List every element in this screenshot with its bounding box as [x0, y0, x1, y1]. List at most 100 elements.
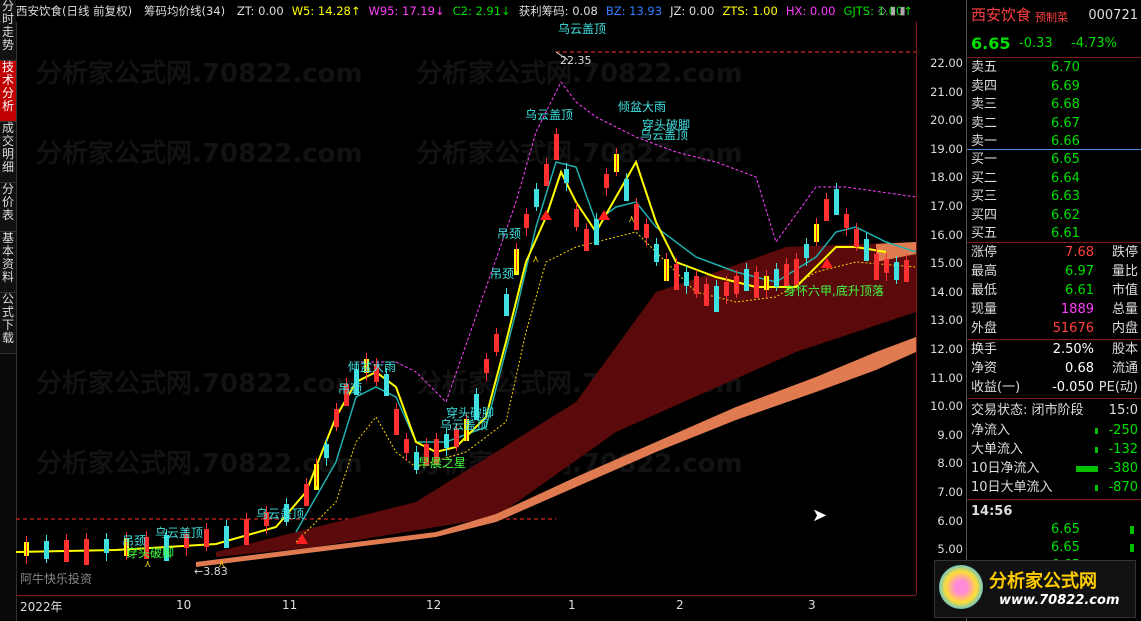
time-label: 1	[568, 598, 576, 612]
order-book-row: 买五 6.61	[971, 224, 1138, 243]
flow-value: -380	[1108, 461, 1138, 476]
order-book-row: 买二 6.64	[971, 169, 1138, 188]
tab-intraday[interactable]: 分时走势	[0, 0, 16, 61]
order-book-row: 卖二 6.67	[971, 114, 1138, 133]
order-price: 6.70	[1051, 60, 1080, 75]
annotation-label: 乌云盖顶	[256, 507, 305, 521]
stat-label: 外盘	[971, 321, 998, 336]
logo-text: 分析家公式网	[989, 571, 1097, 592]
tab-formula-download[interactable]: 公式下载	[0, 293, 16, 354]
annotation-label: 乌云盖顶	[640, 128, 689, 142]
tick-volume-bar	[1130, 544, 1134, 552]
flow-label: 大单流入	[971, 442, 1024, 457]
annotation-label: 乌云盖顶	[155, 526, 204, 540]
flow-value: -870	[1108, 480, 1138, 495]
indicator-name[interactable]: 筹码均价线(34)	[144, 4, 225, 18]
flow-value: -132	[1108, 442, 1138, 457]
svg-text:⋏: ⋏	[628, 214, 635, 225]
price-tick: 8.00	[937, 456, 963, 471]
price-tick: 6.00	[937, 513, 963, 528]
logo-url: www.70822.com	[999, 593, 1120, 608]
flow-bar	[1076, 465, 1098, 472]
order-book-row: 卖五 6.70	[971, 58, 1138, 77]
tab-price-table[interactable]: 分价表	[0, 183, 16, 232]
stat-label: 总量	[1111, 302, 1138, 317]
stat-row: 涨停 7.68 跌停	[971, 243, 1138, 262]
flow-bar	[1095, 484, 1098, 491]
order-level-label: 买三	[971, 189, 998, 204]
trade-status: 交易状态: 闭市阶段	[971, 403, 1084, 418]
indicator-value: BZ: 13.93	[605, 4, 663, 18]
price-change: -0.33	[1019, 36, 1053, 51]
annotation-label: 倾盆大雨	[348, 360, 397, 374]
site-logo: 分析家公式网 www.70822.com	[934, 560, 1136, 618]
flow-row: 大单流入 -132	[971, 440, 1138, 459]
indicator-value: ZT: 0.00	[236, 4, 284, 18]
tab-basic-info[interactable]: 基本资料	[0, 232, 16, 293]
header-controls[interactable]: ◇ ▮ ▮	[878, 4, 906, 17]
stat-label: 最高	[971, 264, 998, 279]
stat-row: 现量 1889 总量	[971, 300, 1138, 319]
order-price: 6.61	[1051, 226, 1080, 241]
annotation-label: 身怀六甲,底升顶落	[784, 284, 884, 298]
last-price: 6.65	[971, 34, 1011, 53]
time-axis: 2022年 10 11 12 1 2 3	[16, 595, 916, 616]
order-level-label: 卖二	[971, 115, 998, 131]
price-axis: 22.00 21.00 20.00 19.00 18.00 17.00 16.00 15.00…	[916, 22, 967, 595]
price-tick: 11.00	[930, 370, 963, 385]
price-tick: 15.00	[930, 256, 963, 271]
tab-trade-details[interactable]: 成交明细	[0, 122, 16, 183]
order-level-label: 买一	[971, 152, 998, 167]
stat-row: 外盘 51676 内盘	[971, 319, 1138, 338]
stat-label: 净资	[971, 361, 998, 376]
stat-row: 最低 6.61 市值	[971, 281, 1138, 300]
stat-row: 净资 0.68 流通	[971, 359, 1138, 378]
indicator-value: ZTS: 1.00	[722, 4, 778, 18]
annotation-label: 乌云盖顶	[525, 108, 574, 122]
stat-label: PE(动)	[1098, 380, 1138, 395]
tick-volume-bar	[1130, 526, 1134, 534]
stat-label: 市值	[1111, 283, 1138, 298]
stat-label: 换手	[971, 342, 998, 357]
annotation-label: 乌云盖顶	[558, 22, 607, 36]
price-tick: 21.00	[930, 84, 963, 99]
svg-text:分析家公式网.70822.com: 分析家公式网.70822.com	[416, 138, 743, 169]
low-price-label: ←3.83	[194, 565, 228, 578]
indicator-values: ZT: 0.00 W5: 14.28↑ W95: 17.19↓ C2: 2.91↓ 获利…	[237, 4, 916, 18]
stat-row: 最高 6.97 量比	[971, 262, 1138, 281]
time-label: 10	[176, 598, 192, 612]
price-tick: 9.00	[937, 427, 963, 442]
stat-label: 现量	[971, 302, 998, 317]
order-price: 6.63	[1051, 189, 1080, 204]
stat-value: 1889	[1060, 302, 1094, 317]
svg-text:⋏: ⋏	[532, 254, 539, 265]
stat-label: 流通	[1111, 361, 1138, 376]
tab-technical-analysis[interactable]: 技术分析	[0, 61, 16, 122]
indicator-value: HX: 0.00	[785, 4, 836, 18]
tick-row: 6.65	[971, 538, 1138, 557]
price-change-pct: -4.73%	[1071, 36, 1117, 51]
stat-value: 2.50%	[1052, 342, 1094, 357]
order-book-row: 买四 6.62	[971, 206, 1138, 225]
stat-value: 0.68	[1065, 361, 1094, 376]
indicator-value: 获利筹码: 0.08	[518, 4, 598, 18]
tick-row: 6.65	[971, 520, 1138, 539]
stat-label: 最低	[971, 283, 998, 298]
stat-row: 换手 2.50% 股本	[971, 340, 1138, 359]
annotation-label: 乌云盖顶	[440, 418, 489, 432]
stat-value: 6.61	[1065, 283, 1094, 298]
indicator-value: W95: 17.19↓	[368, 4, 445, 18]
flower-logo-icon	[939, 565, 983, 609]
annotation-label: 倾盆大雨	[618, 100, 667, 114]
order-price: 6.69	[1051, 78, 1080, 94]
indicator-value: JZ: 0.00	[670, 4, 715, 18]
time-label: 3	[808, 598, 816, 612]
price-tick: 19.00	[930, 141, 963, 156]
order-level-label: 买二	[971, 170, 998, 186]
flow-label: 10日大单流入	[971, 480, 1053, 495]
candlestick-chart[interactable]: 分析家公式网.70822.com 分析家公式网.70822.com 分析家公式网…	[16, 22, 916, 595]
annotation-label: 吊颈	[338, 382, 363, 396]
mouse-cursor-icon: ➤	[812, 505, 828, 526]
stat-value: 51676	[1052, 321, 1094, 336]
svg-text:分析家公式网.70822.com: 分析家公式网.70822.com	[36, 368, 363, 399]
